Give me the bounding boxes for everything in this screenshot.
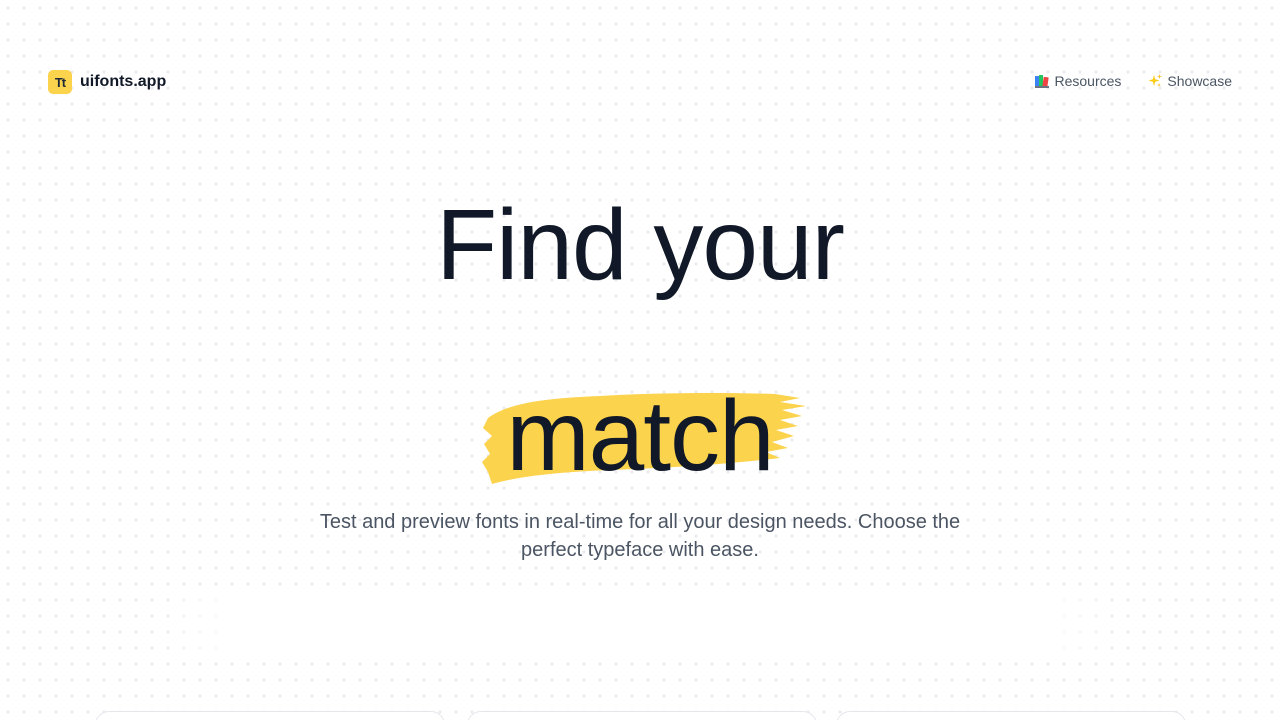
logo-mark-icon: Tt bbox=[48, 70, 72, 94]
nav-resources-label: Resources bbox=[1054, 73, 1122, 89]
hero-headline-line1: Find your bbox=[436, 189, 845, 301]
nav-showcase-label: Showcase bbox=[1167, 73, 1232, 89]
font-card-2[interactable] bbox=[467, 711, 817, 720]
preview-area-band bbox=[160, 596, 1120, 660]
hero-subtitle: Test and preview fonts in real-time for … bbox=[319, 511, 961, 561]
sparkles-icon bbox=[1148, 74, 1163, 87]
top-nav: Resources Showcase bbox=[1034, 73, 1232, 89]
hero-headline-line2: match bbox=[506, 380, 774, 492]
books-icon bbox=[1035, 75, 1050, 88]
font-card-1[interactable] bbox=[95, 711, 445, 720]
nav-resources-link[interactable]: Resources bbox=[1034, 73, 1121, 89]
logo-text: uifonts.app bbox=[80, 73, 167, 90]
logo-link[interactable]: Tt uifonts.app bbox=[48, 70, 166, 94]
font-card-3[interactable] bbox=[836, 711, 1186, 720]
nav-showcase-link[interactable]: Showcase bbox=[1147, 73, 1232, 89]
